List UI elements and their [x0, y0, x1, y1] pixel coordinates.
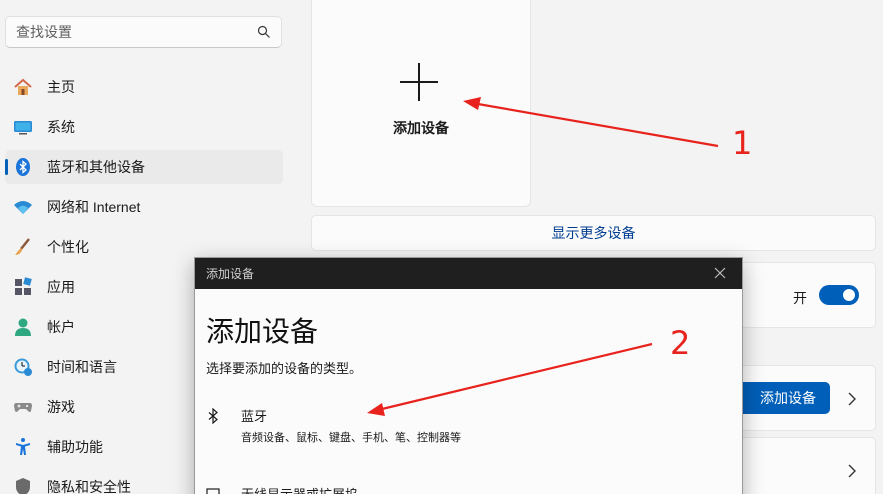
option-wireless-display[interactable]: 无线显示器或扩展坞 — [206, 484, 358, 494]
toggle-switch[interactable] — [819, 285, 859, 305]
annotation-marker-2: 2 — [670, 324, 691, 362]
time-language-icon — [13, 357, 33, 377]
plus-icon — [400, 63, 438, 101]
sidebar-item-label: 时间和语言 — [47, 359, 117, 375]
brush-icon — [13, 237, 33, 257]
sidebar-item-label: 系统 — [47, 119, 75, 135]
sidebar-item-label: 应用 — [47, 279, 75, 295]
chevron-right-icon — [848, 464, 856, 478]
privacy-icon — [13, 477, 33, 494]
apps-icon — [13, 277, 33, 297]
dialog-heading: 添加设备 — [206, 316, 319, 347]
sidebar-item-label: 帐户 — [47, 319, 75, 335]
sidebar-item-bluetooth[interactable]: 蓝牙和其他设备 — [5, 150, 283, 184]
sidebar-item-label: 网络和 Internet — [47, 199, 141, 215]
home-icon — [13, 77, 33, 97]
sidebar-item-network[interactable]: 网络和 Internet — [5, 190, 283, 224]
add-device-card[interactable]: 添加设备 — [311, 0, 531, 207]
option-title: 无线显示器或扩展坞 — [241, 484, 358, 494]
sidebar-item-label: 主页 — [47, 79, 75, 95]
account-icon — [13, 317, 33, 337]
dialog-titlebar: 添加设备 — [195, 258, 742, 289]
sidebar-item-label: 游戏 — [47, 399, 75, 415]
add-device-card-label: 添加设备 — [393, 120, 449, 136]
close-icon[interactable] — [714, 267, 726, 279]
sidebar-item-label: 辅助功能 — [47, 439, 103, 455]
dialog-title: 添加设备 — [206, 267, 255, 281]
bluetooth-icon — [13, 157, 33, 177]
bluetooth-icon — [208, 408, 218, 424]
search-input[interactable]: 查找设置 — [5, 16, 282, 48]
sidebar-item-home[interactable]: 主页 — [5, 70, 283, 104]
sidebar-item-system[interactable]: 系统 — [5, 110, 283, 144]
add-device-dialog: 添加设备 添加设备 选择要添加的设备的类型。 蓝牙 音频设备、鼠标、键盘、手机、… — [194, 257, 743, 494]
search-icon — [257, 25, 270, 38]
sidebar-item-label: 蓝牙和其他设备 — [47, 159, 145, 175]
annotation-marker-1: 1 — [732, 124, 753, 162]
sidebar-item-label: 个性化 — [47, 239, 89, 255]
option-description: 音频设备、鼠标、键盘、手机、笔、控制器等 — [241, 432, 461, 444]
sidebar-item-label: 隐私和安全性 — [47, 479, 131, 494]
option-title: 蓝牙 — [241, 409, 268, 424]
dialog-subtitle: 选择要添加的设备的类型。 — [206, 361, 363, 376]
option-bluetooth[interactable]: 蓝牙 音频设备、鼠标、键盘、手机、笔、控制器等 — [206, 406, 461, 445]
search-placeholder: 查找设置 — [16, 24, 72, 40]
monitor-icon — [206, 488, 220, 494]
system-icon — [13, 117, 33, 137]
wifi-icon — [13, 197, 33, 217]
chevron-right-icon[interactable] — [847, 392, 857, 406]
gamepad-icon — [13, 397, 33, 417]
toggle-state-label: 开 — [793, 290, 807, 306]
accessibility-icon — [13, 437, 33, 457]
show-more-devices-link[interactable]: 显示更多设备 — [311, 215, 876, 251]
